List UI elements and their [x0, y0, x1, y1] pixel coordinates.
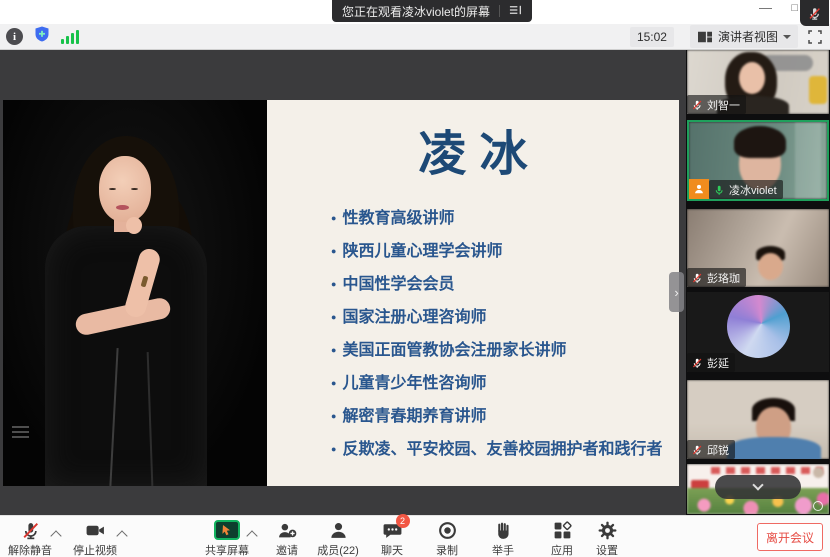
top-toolbar: i 15:02 演讲者视图: [0, 24, 830, 50]
share-screen-button[interactable]: 共享屏幕: [199, 519, 255, 557]
settings-label: 设置: [596, 542, 618, 557]
presentation-slide: 凌 冰 性教育高级讲师 陕西儿童心理学会讲师 中国性学会会员 国家注册心理咨询师…: [3, 100, 679, 486]
view-mode-label: 演讲者视图: [718, 28, 778, 45]
raise-hand-button[interactable]: 举手: [479, 519, 527, 557]
divider: [499, 5, 500, 17]
fullscreen-button[interactable]: [808, 30, 822, 44]
chat-unread-badge: 2: [396, 514, 410, 528]
bottom-toolbar: 解除静音 停止视频 共享屏幕: [0, 515, 830, 557]
unmute-label: 解除静音: [8, 542, 52, 557]
apps-button[interactable]: 应用: [538, 519, 586, 557]
participant-name: 刘智一: [707, 97, 740, 113]
record-label: 录制: [436, 542, 458, 557]
meeting-window: — □ 您正在观看凌冰violet的屏幕 i: [0, 0, 830, 557]
layout-icon: [697, 30, 713, 44]
host-badge-icon: [689, 179, 709, 199]
invite-person-icon: [277, 520, 298, 541]
camera-icon: [85, 520, 106, 541]
banner-options-icon[interactable]: [509, 4, 522, 19]
slide-bullet-list: 性教育高级讲师 陕西儿童心理学会讲师 中国性学会会员 国家注册心理咨询师 美国正…: [331, 204, 662, 468]
network-signal-icon[interactable]: [61, 29, 79, 44]
members-icon: [328, 520, 349, 541]
meeting-info-icon[interactable]: i: [6, 28, 23, 45]
apps-grid-icon: [552, 520, 573, 541]
slide-bullet: 中国性学会会员: [331, 270, 662, 294]
fullscreen-icon: [808, 30, 822, 44]
mic-off-icon: [691, 357, 703, 369]
participant-tile[interactable]: 邱锐: [687, 380, 829, 459]
chevron-down-icon: [752, 479, 763, 490]
stop-video-label: 停止视频: [73, 542, 117, 557]
slide-title: 凌 冰: [267, 114, 679, 184]
raise-hand-icon: [493, 520, 514, 541]
main-area: 凌 冰 性教育高级讲师 陕西儿童心理学会讲师 中国性学会会员 国家注册心理咨询师…: [0, 50, 830, 515]
gear-icon: [597, 520, 618, 541]
slide-bullet: 解密青春期养育讲师: [331, 402, 662, 426]
share-screen-icon: [214, 520, 240, 540]
members-button[interactable]: 成员(22): [306, 519, 370, 557]
chat-button[interactable]: 2 聊天: [368, 519, 416, 557]
participant-tile[interactable]: 刘智一: [687, 50, 829, 114]
watching-screen-banner[interactable]: 您正在观看凌冰violet的屏幕: [332, 0, 532, 22]
stop-video-button[interactable]: 停止视频: [67, 519, 123, 557]
slide-bullet: 国家注册心理咨询师: [331, 303, 662, 327]
members-label: 成员(22): [317, 542, 359, 557]
speaker-portrait-photo: [3, 100, 267, 486]
window-maximize-button[interactable]: □: [791, 2, 798, 14]
time-text: 15:02: [637, 30, 667, 44]
chevron-down-icon: [783, 35, 791, 39]
banner-text: 您正在观看凌冰violet的屏幕: [342, 3, 490, 20]
avatar: [727, 295, 790, 358]
window-minimize-button[interactable]: —: [759, 0, 772, 15]
apps-label: 应用: [551, 542, 573, 557]
raise-hand-label: 举手: [492, 542, 514, 557]
participants-sidebar: 刘智一: [686, 50, 830, 515]
slide-bullet: 性教育高级讲师: [331, 204, 662, 228]
invite-label: 邀请: [276, 542, 298, 557]
chat-label: 聊天: [381, 542, 403, 557]
mic-off-icon: [807, 6, 822, 21]
mic-muted-indicator[interactable]: [800, 0, 829, 26]
slide-bullet: 儿童青少年性咨询师: [331, 369, 662, 393]
sidebar-collapse-handle[interactable]: ›: [669, 272, 684, 312]
clock: 15:02: [630, 27, 674, 47]
mic-on-icon: [713, 184, 725, 196]
unmute-button[interactable]: 解除静音: [2, 519, 58, 557]
record-icon: [437, 520, 458, 541]
mic-off-icon: [691, 272, 703, 284]
participant-tile-active-speaker[interactable]: 凌冰violet: [687, 120, 829, 201]
mic-off-icon: [691, 444, 703, 456]
slide-bullet: 美国正面管教协会注册家长讲师: [331, 336, 662, 360]
mic-off-icon: [20, 520, 41, 541]
participant-tile[interactable]: 彭珞珈: [687, 209, 829, 287]
overlay-menu-icon[interactable]: [12, 426, 29, 438]
slide-text-panel: 凌 冰 性教育高级讲师 陕西儿童心理学会讲师 中国性学会会员 国家注册心理咨询师…: [267, 100, 679, 486]
security-shield-icon[interactable]: [33, 25, 51, 48]
slide-bullet: 反欺凌、平安校园、友善校园拥护者和践行者: [331, 435, 662, 459]
view-mode-selector[interactable]: 演讲者视图: [690, 25, 798, 48]
invite-button[interactable]: 邀请: [263, 519, 311, 557]
participant-name: 邱锐: [707, 442, 729, 458]
mic-off-icon: [691, 99, 703, 111]
participant-name: 彭延: [707, 355, 729, 371]
settings-button[interactable]: 设置: [583, 519, 631, 557]
collapse-thumbnails-button[interactable]: [715, 475, 801, 499]
record-button[interactable]: 录制: [423, 519, 471, 557]
participant-name: 凌冰violet: [729, 182, 777, 198]
shared-screen-area: 凌 冰 性教育高级讲师 陕西儿童心理学会讲师 中国性学会会员 国家注册心理咨询师…: [0, 50, 686, 515]
slide-bullet: 陕西儿童心理学会讲师: [331, 237, 662, 261]
leave-meeting-button[interactable]: 离开会议: [757, 523, 823, 551]
participant-name: 彭珞珈: [707, 270, 740, 286]
participant-tile-partial[interactable]: [687, 464, 829, 514]
share-screen-label: 共享屏幕: [205, 542, 249, 557]
participant-tile[interactable]: 彭延: [687, 292, 829, 372]
